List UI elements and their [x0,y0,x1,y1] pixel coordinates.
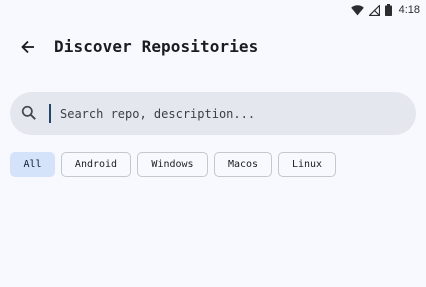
filter-chip-windows[interactable]: Windows [137,152,208,177]
filter-chip-all[interactable]: All [10,152,55,177]
text-cursor [49,104,51,123]
back-button[interactable] [14,34,42,62]
wifi-icon [350,4,364,16]
search-input[interactable] [60,92,400,135]
page-title: Discover Repositories [54,37,259,56]
status-time: 4:18 [398,4,420,16]
no-signal-icon [368,4,380,16]
filter-chip-android[interactable]: Android [61,152,131,177]
platform-filter-chips: All Android Windows Macos Linux [10,152,336,177]
search-bar[interactable] [10,92,416,135]
battery-icon [384,4,392,16]
status-icons: 4:18 [350,3,420,17]
filter-chip-linux[interactable]: Linux [278,152,336,177]
arrow-back-icon [21,39,35,58]
top-app-bar: Discover Repositories [0,30,426,66]
status-bar: 4:18 [0,0,426,20]
search-icon [21,105,37,121]
filter-chip-macos[interactable]: Macos [214,152,272,177]
